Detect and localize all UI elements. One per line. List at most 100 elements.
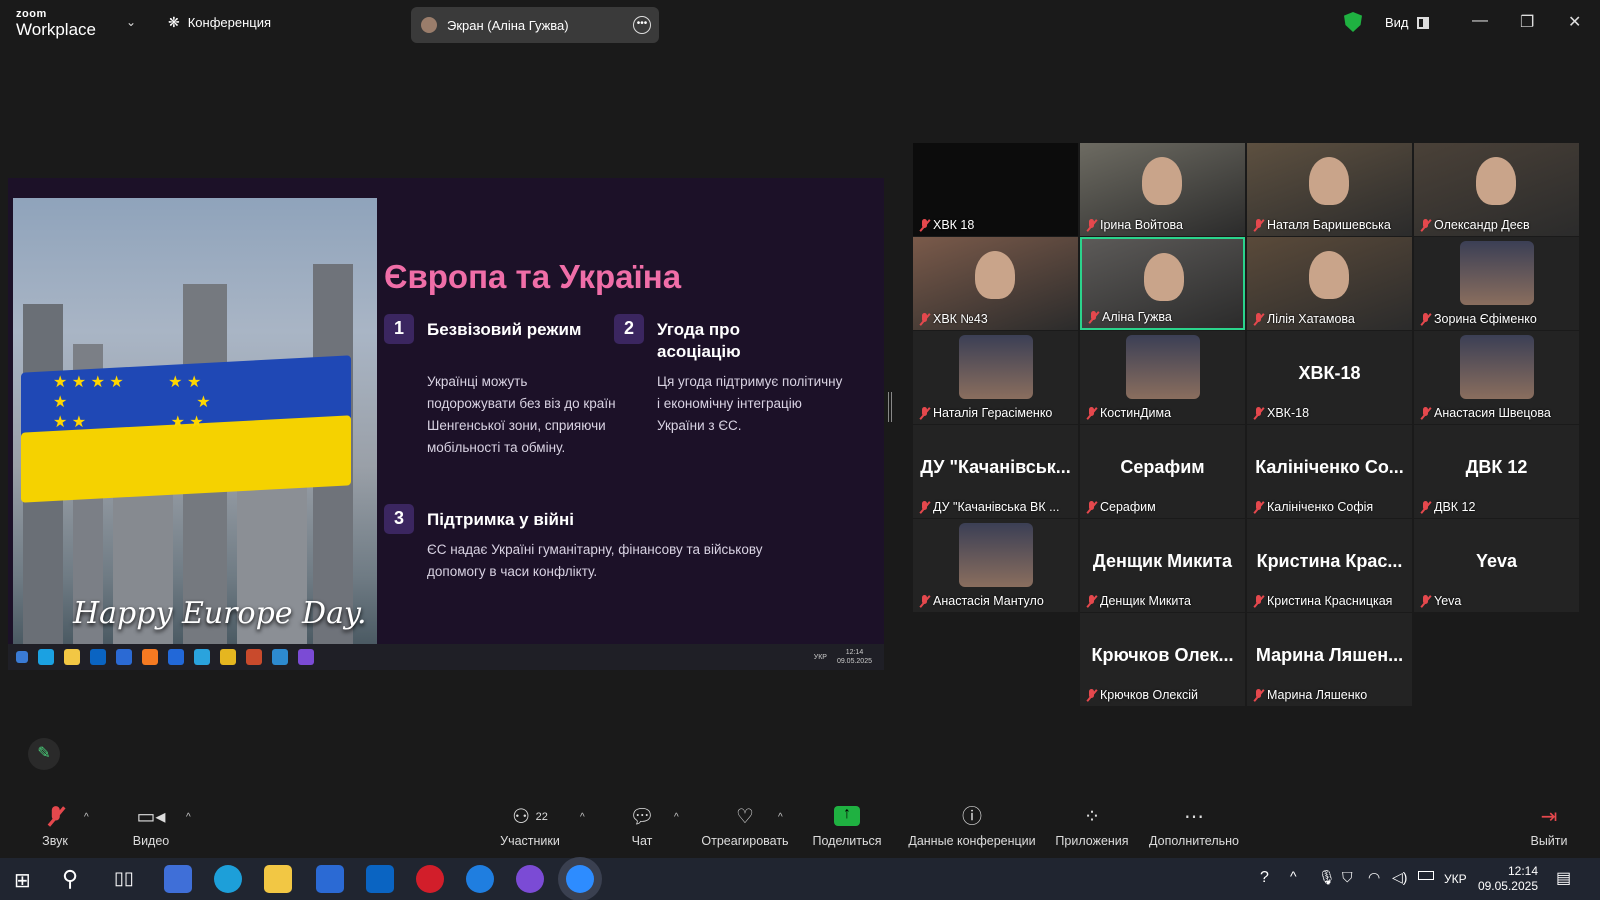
- edge-icon: [38, 649, 54, 665]
- mic-muted-icon: [1253, 312, 1263, 326]
- tray-chevron-icon[interactable]: ^: [1290, 868, 1297, 884]
- file-explorer-icon[interactable]: [264, 865, 292, 893]
- participant-name: Ірина Войтова: [1100, 218, 1183, 232]
- slide-title: Європа та Україна: [384, 258, 682, 295]
- react-button[interactable]: ♡ Отреагировать: [700, 806, 790, 848]
- more-options-icon[interactable]: •••: [633, 16, 651, 34]
- participant-name: Марина Ляшенко: [1267, 688, 1368, 702]
- shared-screen[interactable]: ★ ★ ★ ★ ★ ★ ★ ★ ★ ★ ★ ★ Happy Europe Day. …: [8, 178, 884, 670]
- store-icon: [116, 649, 132, 665]
- more-button[interactable]: ⋯ Дополнительно: [1144, 806, 1244, 848]
- participant-name: Олександр Деєв: [1434, 218, 1530, 232]
- participant-tile[interactable]: Серафим Серафим: [1080, 425, 1245, 518]
- task-view-icon[interactable]: ▯▯: [114, 868, 134, 889]
- chat-label: Чат: [631, 834, 653, 848]
- layout-grid-icon: [1416, 16, 1429, 29]
- item-text-1: Українці можуть подорожувати без віз до …: [427, 374, 616, 455]
- participant-tile[interactable]: Крючков Олек... Крючков Олексій: [1080, 613, 1245, 706]
- participant-tile[interactable]: Наталя Баришевська: [1247, 143, 1412, 236]
- close-icon[interactable]: ✕: [1568, 12, 1581, 32]
- participant-tile[interactable]: ДВК 12 ДВК 12: [1414, 425, 1579, 518]
- participant-tile[interactable]: ХВК 18: [913, 143, 1078, 236]
- video-button[interactable]: ▭◂ Видео: [126, 806, 176, 848]
- mic-muted-icon: [30, 806, 80, 828]
- screen-share-pill[interactable]: Экран (Аліна Гужва) •••: [411, 7, 659, 43]
- notifications-icon[interactable]: ▤: [1556, 868, 1571, 888]
- chat-button[interactable]: 💬︎ Чат: [620, 806, 664, 848]
- participant-tile[interactable]: Наталія Герасіменко: [913, 331, 1078, 424]
- participant-tile[interactable]: Кристина Крас... Кристина Красницкая: [1247, 519, 1412, 612]
- participant-name: Yeva: [1434, 594, 1462, 608]
- chat-caret-icon[interactable]: ^: [674, 812, 679, 823]
- participants-caret-icon[interactable]: ^: [580, 812, 585, 823]
- battery-icon[interactable]: [1418, 871, 1434, 880]
- clock[interactable]: 12:14 09.05.2025: [1478, 864, 1538, 894]
- participant-tile[interactable]: Калініченко Со... Калініченко Софія: [1247, 425, 1412, 518]
- participant-tile[interactable]: Денщик Микита Денщик Микита: [1080, 519, 1245, 612]
- participant-tile[interactable]: Ірина Войтова: [1080, 143, 1245, 236]
- apps-button[interactable]: ⁘ Приложения: [1052, 806, 1132, 848]
- mic-muted-icon: [1420, 312, 1430, 326]
- participant-name: Крючков Олексій: [1100, 688, 1198, 702]
- share-screen-button[interactable]: Поделиться: [808, 805, 886, 848]
- participant-tile[interactable]: Аліна Гужва: [1080, 237, 1245, 330]
- participant-tile[interactable]: ДУ "Качанівськ... ДУ "Качанівська ВК ...: [913, 425, 1078, 518]
- volume-icon[interactable]: ◁): [1392, 869, 1407, 886]
- security-tray-icon[interactable]: ⛉: [1342, 869, 1353, 886]
- participant-tile[interactable]: Олександр Деєв: [1414, 143, 1579, 236]
- participants-count: 22: [535, 811, 548, 823]
- minimize-icon[interactable]: —: [1472, 12, 1488, 30]
- audio-caret-icon[interactable]: ^: [84, 812, 89, 823]
- presenter-lang: УКР: [813, 653, 827, 661]
- mic-muted-icon: [1253, 594, 1263, 608]
- video-caret-icon[interactable]: ^: [186, 812, 191, 823]
- participant-name-label: Анастасия Швецова: [1420, 406, 1551, 420]
- microsoft-store-icon[interactable]: [316, 865, 344, 893]
- windows-start-button[interactable]: ⊞: [14, 868, 31, 893]
- edge-icon[interactable]: [214, 865, 242, 893]
- save-app-icon[interactable]: [164, 865, 192, 893]
- viber-icon[interactable]: [516, 865, 544, 893]
- splitter-handle[interactable]: [888, 392, 892, 422]
- wifi-icon[interactable]: ◠: [1368, 869, 1380, 886]
- microphone-tray-icon[interactable]: 🎙︎: [1318, 869, 1336, 886]
- participant-tile[interactable]: Yeva Yeva: [1414, 519, 1579, 612]
- participant-name-label: Калініченко Софія: [1253, 500, 1373, 514]
- mic-muted-icon: [1420, 500, 1430, 514]
- chevron-down-icon[interactable]: ⌄: [126, 15, 136, 29]
- restore-icon[interactable]: ❐: [1520, 12, 1534, 32]
- participant-tile[interactable]: Анастасія Мантуло: [913, 519, 1078, 612]
- participant-tile[interactable]: КостинДима: [1080, 331, 1245, 424]
- teamviewer-icon[interactable]: [466, 865, 494, 893]
- participants-button[interactable]: ⚇ 22 Участники: [492, 806, 568, 848]
- help-icon[interactable]: ?: [1260, 869, 1269, 887]
- zoom-taskbar-icon[interactable]: [566, 865, 594, 893]
- conference-menu[interactable]: ❋ Конференция: [168, 14, 271, 31]
- participant-face: [1142, 157, 1182, 205]
- meeting-info-button[interactable]: ⓘ Данные конференции: [904, 806, 1040, 848]
- participant-tile[interactable]: Анастасия Швецова: [1414, 331, 1579, 424]
- participant-tile[interactable]: Марина Ляшен... Марина Ляшенко: [1247, 613, 1412, 706]
- outlook-icon[interactable]: [366, 865, 394, 893]
- react-caret-icon[interactable]: ^: [778, 812, 783, 823]
- mic-muted-icon: [1086, 406, 1096, 420]
- leave-button[interactable]: ⇥ Выйти: [1524, 806, 1574, 848]
- participant-name-label: Кристина Красницкая: [1253, 594, 1392, 608]
- security-shield-icon[interactable]: [1344, 12, 1362, 32]
- search-icon[interactable]: ⚲: [62, 866, 78, 892]
- participant-tile[interactable]: ХВК №43: [913, 237, 1078, 330]
- zoom-logo[interactable]: zoom Workplace: [16, 9, 96, 39]
- participant-tile[interactable]: Лілія Хатамова: [1247, 237, 1412, 330]
- participants-icon: ⚇ 22: [512, 806, 548, 828]
- participant-tile[interactable]: Зорина Єфіменко: [1414, 237, 1579, 330]
- annotate-pencil-icon[interactable]: ✎: [28, 738, 60, 770]
- audio-button[interactable]: Звук: [30, 806, 80, 848]
- language-indicator[interactable]: УКР: [1444, 872, 1467, 886]
- windows-start-icon: [16, 651, 28, 663]
- powerpoint-icon: [246, 649, 262, 665]
- participant-name: Калініченко Софія: [1267, 500, 1374, 514]
- view-button[interactable]: Вид: [1385, 15, 1429, 30]
- camera-icon: ▭◂: [136, 806, 166, 828]
- opera-icon[interactable]: [416, 865, 444, 893]
- participant-tile[interactable]: ХВК-18 ХВК-18: [1247, 331, 1412, 424]
